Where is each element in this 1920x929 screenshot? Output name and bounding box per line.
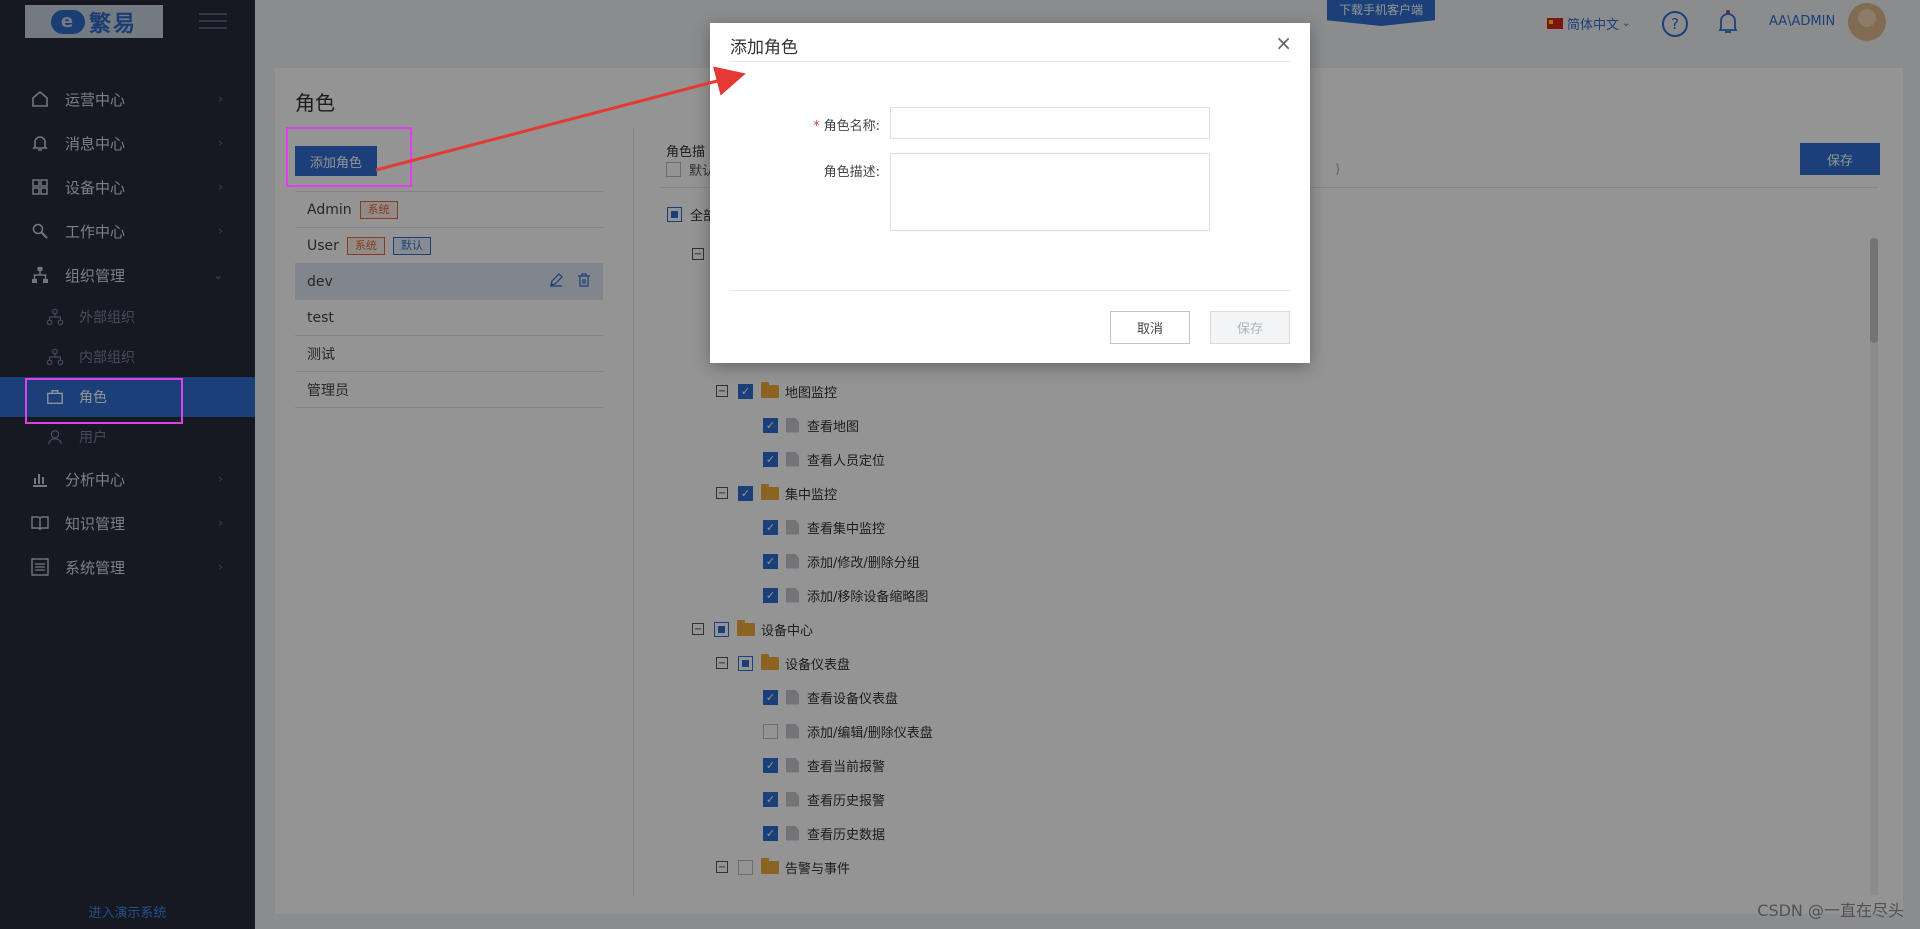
dialog-footer-divider [730, 290, 1290, 291]
dialog-save-button[interactable]: 保存 [1210, 311, 1290, 344]
role-name-input[interactable] [890, 107, 1210, 139]
role-name-label-text: 角色名称: [823, 119, 880, 134]
required-mark: * [813, 119, 820, 134]
dialog-header-divider [730, 61, 1290, 62]
role-description-input[interactable] [890, 153, 1210, 231]
add-role-dialog: 添加角色 × * 角色名称: 角色描述: 取消 保存 [710, 23, 1310, 363]
dialog-title: 添加角色 [730, 38, 798, 58]
annotation-box-roles [25, 378, 183, 424]
annotation-box-add-role [286, 127, 412, 187]
close-icon[interactable]: × [1275, 33, 1292, 53]
cancel-button[interactable]: 取消 [1110, 311, 1190, 344]
role-description-label-dialog: 角色描述: [823, 165, 880, 180]
role-name-label: * 角色名称: [740, 115, 880, 134]
